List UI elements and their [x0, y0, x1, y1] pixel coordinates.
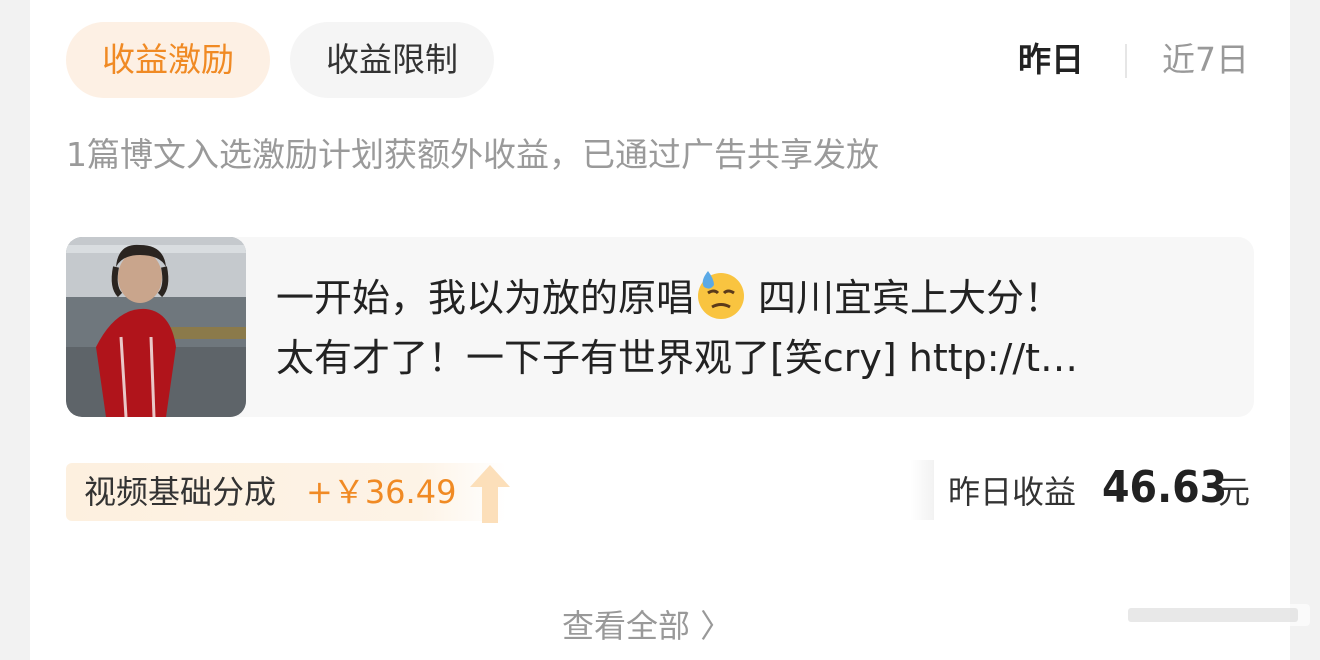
- yesterday-earnings-label: 昨日收益: [948, 473, 1077, 511]
- post-text: 一开始，我以为放的原唱 四川宜宾上大分！ 太有才了！一下子有世界观了[笑cry]…: [276, 267, 1226, 388]
- view-all-link[interactable]: 查看全部 〉: [562, 604, 732, 648]
- post-thumbnail: [66, 237, 246, 417]
- tab-income-limit[interactable]: 收益限制: [290, 22, 494, 98]
- yesterday-earnings-unit: 元: [1218, 473, 1251, 511]
- post-text-line-1b: 四川宜宾上大分！: [758, 276, 1063, 320]
- incentive-summary: 1篇博文入选激励计划获额外收益，已通过广告共享发放: [66, 135, 879, 174]
- post-card[interactable]: 一开始，我以为放的原唱 四川宜宾上大分！ 太有才了！一下子有世界观了[笑cry]…: [66, 237, 1254, 417]
- watermark-blur: [1118, 600, 1310, 630]
- tab-income-incentive[interactable]: 收益激励: [66, 22, 270, 98]
- range-last-7-days[interactable]: 近7日: [1162, 38, 1249, 82]
- post-text-line-1a: 一开始，我以为放的原唱: [276, 276, 695, 320]
- up-arrow-icon: [468, 463, 512, 523]
- yesterday-earnings-amount: 46.63: [1102, 462, 1228, 513]
- income-card: 收益激励 收益限制 昨日 近7日 1篇博文入选激励计划获额外收益，已通过广告共享…: [30, 0, 1290, 660]
- revenue-share-value: +￥36.49: [306, 473, 457, 511]
- sweat-face-emoji-icon: [694, 267, 748, 321]
- revenue-share-badge: 视频基础分成 +￥36.49: [66, 463, 510, 523]
- revenue-share-label: 视频基础分成: [84, 473, 277, 511]
- post-text-line-1: 一开始，我以为放的原唱 四川宜宾上大分！: [276, 267, 1226, 328]
- range-divider: [1125, 44, 1127, 78]
- range-yesterday[interactable]: 昨日: [1018, 38, 1084, 82]
- earnings-fade: [910, 460, 934, 520]
- post-text-line-2: 太有才了！一下子有世界观了[笑cry] http://t…: [276, 336, 1079, 380]
